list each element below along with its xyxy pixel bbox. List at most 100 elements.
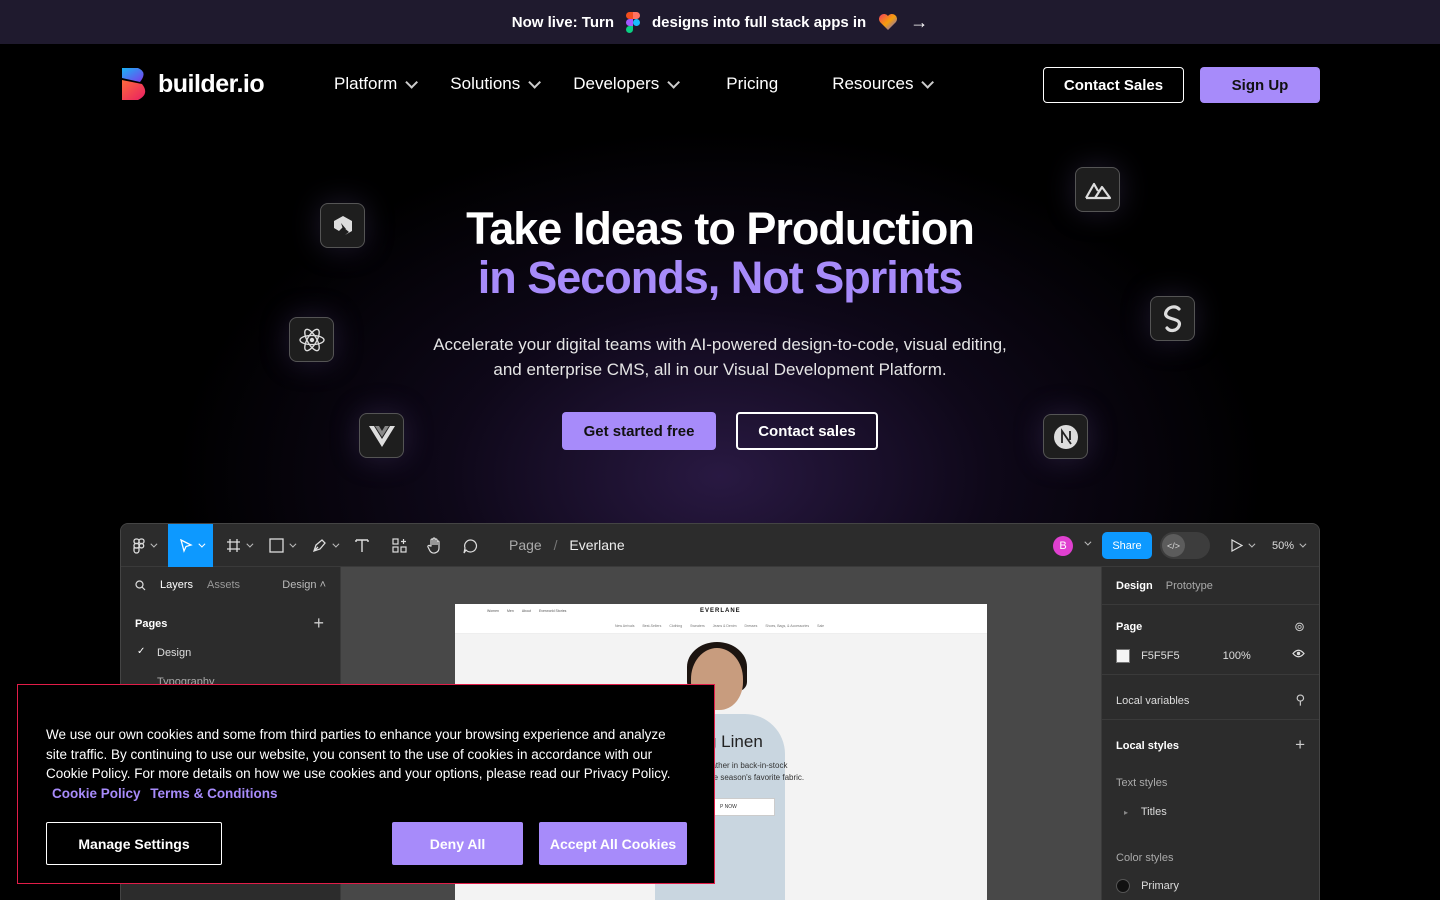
tab-assets[interactable]: Assets xyxy=(207,579,240,591)
site-category: Sale xyxy=(817,624,825,628)
text-style-label: Titles xyxy=(1140,806,1167,818)
breadcrumb-separator: / xyxy=(553,537,558,553)
breadcrumb-current[interactable]: Everlane xyxy=(569,537,624,553)
cookie-policy-link[interactable]: Cookie Policy xyxy=(52,786,141,801)
search-icon xyxy=(135,579,146,590)
arrow-right-icon: → xyxy=(910,11,929,32)
variables-icon[interactable]: ⚲ xyxy=(1295,692,1305,708)
chevron-down-icon xyxy=(197,540,205,548)
site-category: Jeans & Denim xyxy=(712,624,737,628)
move-tool-button[interactable] xyxy=(168,524,213,567)
breadcrumb-page[interactable]: Page xyxy=(509,537,542,553)
eye-icon[interactable] xyxy=(1292,649,1305,658)
accept-all-cookies-button[interactable]: Accept All Cookies xyxy=(539,822,687,865)
text-tool-button[interactable] xyxy=(355,524,369,567)
text-style-item[interactable]: ▸ Titles xyxy=(1124,806,1167,818)
react-icon xyxy=(289,317,334,362)
zoom-control[interactable]: 50% xyxy=(1272,524,1307,567)
color-style-item[interactable]: Primary xyxy=(1116,879,1179,893)
shape-tool-button[interactable] xyxy=(269,524,297,567)
present-button[interactable] xyxy=(1231,524,1256,567)
nav-resources-label: Resources xyxy=(832,74,914,93)
cursor-icon xyxy=(179,538,193,553)
dev-mode-toggle[interactable]: </> xyxy=(1160,532,1210,559)
site-preview-nav: Women Men About Everworld Stories EVERLA… xyxy=(455,604,987,634)
page-fill-row[interactable]: F5F5F5 100% xyxy=(1116,649,1251,663)
local-styles-heading: Local styles xyxy=(1116,740,1179,752)
nextjs-icon xyxy=(1043,414,1088,459)
add-page-icon[interactable]: + xyxy=(313,613,324,634)
add-style-icon[interactable]: + xyxy=(1295,735,1305,755)
cookie-text: We use our own cookies and some from thi… xyxy=(46,727,671,781)
text-icon xyxy=(355,539,369,552)
page-settings-icon[interactable]: ⊚ xyxy=(1294,619,1305,635)
local-variables-heading[interactable]: Local variables xyxy=(1116,695,1189,707)
components-icon xyxy=(392,538,407,553)
chevron-down-icon[interactable] xyxy=(1084,538,1092,546)
chevron-down-icon xyxy=(1248,540,1256,548)
contact-sales-hero-button[interactable]: Contact sales xyxy=(736,412,878,450)
main-menu-button[interactable] xyxy=(133,524,158,567)
hand-icon xyxy=(427,537,440,554)
site-category: Dresses xyxy=(744,624,758,628)
share-button[interactable]: Share xyxy=(1102,532,1152,559)
qwik-icon xyxy=(320,203,365,248)
site-category: Best-Sellers xyxy=(642,624,662,628)
avatar[interactable]: B xyxy=(1053,536,1073,556)
frame-tool-button[interactable] xyxy=(226,524,254,567)
chevron-down-icon xyxy=(667,75,681,89)
tab-design[interactable]: Design xyxy=(1116,580,1153,592)
site-preview-body: eather in back-in-stock the season's fav… xyxy=(707,760,804,784)
builder-logo-icon xyxy=(120,68,150,100)
pen-tool-button[interactable] xyxy=(312,524,340,567)
comment-tool-button[interactable] xyxy=(463,524,479,567)
nav-pricing-label: Pricing xyxy=(726,74,779,93)
sign-up-button[interactable]: Sign Up xyxy=(1200,67,1320,103)
hero-title: Take Ideas to Production in Seconds, Not… xyxy=(0,204,1440,302)
chevron-down-icon xyxy=(405,75,419,89)
terms-link[interactable]: Terms & Conditions xyxy=(150,786,277,801)
nav-developers[interactable]: Developers xyxy=(573,74,681,94)
resources-tool-button[interactable] xyxy=(392,524,407,567)
nav-solutions[interactable]: Solutions xyxy=(450,74,542,94)
breadcrumb: Page / Everlane xyxy=(509,537,625,553)
get-started-button[interactable]: Get started free xyxy=(562,412,716,450)
rectangle-icon xyxy=(269,538,284,553)
chevron-down-icon xyxy=(246,540,254,548)
play-icon xyxy=(1231,539,1243,552)
nav-platform[interactable]: Platform xyxy=(334,74,419,94)
announcement-text-start: Now live: Turn xyxy=(511,13,614,31)
left-panel-tabs: Layers Assets xyxy=(135,579,240,591)
site-preview-categories: New Arrivals Best-Sellers Clothing Sweat… xyxy=(615,624,824,628)
tab-prototype[interactable]: Prototype xyxy=(1166,580,1213,592)
site-body-line: the season's favorite fabric. xyxy=(707,773,805,782)
site-category: Sweaters xyxy=(690,624,705,628)
chevron-down-icon xyxy=(1299,540,1307,548)
page-fill-opacity[interactable]: 100% xyxy=(1223,650,1251,662)
zoom-value: 50% xyxy=(1272,539,1295,552)
check-icon: ✓ xyxy=(137,646,146,657)
page-fill-hex[interactable]: F5F5F5 xyxy=(1141,650,1180,662)
design-dropdown[interactable]: Design ˄ xyxy=(282,579,326,591)
manage-settings-button[interactable]: Manage Settings xyxy=(46,822,222,865)
hand-tool-button[interactable] xyxy=(427,524,443,567)
logo[interactable]: builder.io xyxy=(120,68,265,100)
caret-right-icon: ▸ xyxy=(1124,808,1129,817)
page-item-design[interactable]: Design xyxy=(157,647,191,659)
site-preview-brand: EVERLANE xyxy=(700,608,741,614)
comment-icon xyxy=(463,538,477,553)
fill-swatch[interactable] xyxy=(1116,649,1130,663)
announcement-bar[interactable]: Now live: Turn designs into full stack a… xyxy=(0,0,1440,44)
site-category: Clothing xyxy=(669,624,683,628)
site-category: New Arrivals xyxy=(615,624,635,628)
chevron-down-icon xyxy=(332,540,340,548)
nav-pricing[interactable]: Pricing xyxy=(726,74,778,94)
nav-resources[interactable]: Resources xyxy=(832,74,935,94)
site-preview-menu: Women Men About Everworld Stories xyxy=(487,609,566,613)
deny-all-button[interactable]: Deny All xyxy=(392,822,523,865)
contact-sales-button[interactable]: Contact Sales xyxy=(1043,67,1184,103)
chevron-down-icon xyxy=(528,75,542,89)
tab-layers[interactable]: Layers xyxy=(160,579,193,591)
site-menu-item: About xyxy=(521,609,531,613)
announcement-text-end: designs into full stack apps in xyxy=(652,13,867,31)
